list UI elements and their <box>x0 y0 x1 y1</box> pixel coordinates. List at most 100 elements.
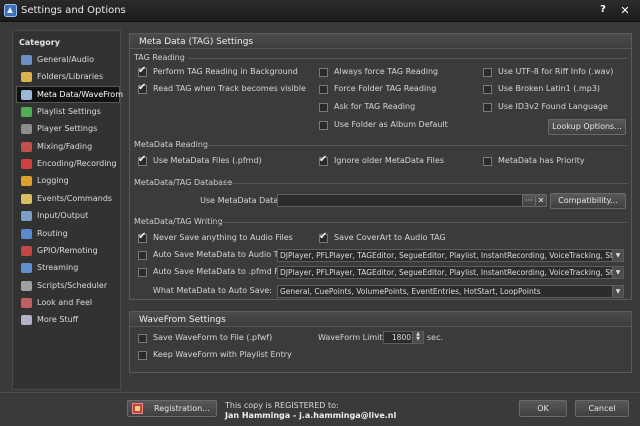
sidebar-item-gpio-remoting[interactable]: GPIO/Remoting <box>16 242 120 259</box>
sidebar-item-input-output[interactable]: Input/Output <box>16 207 120 224</box>
scripts-icon <box>21 280 32 291</box>
events-icon <box>21 193 32 204</box>
tag-reading-heading: TAG Reading <box>134 53 185 62</box>
gpio-icon <box>21 245 32 256</box>
registration-label: Registration... <box>154 404 210 413</box>
routing-icon <box>21 228 32 239</box>
sidebar-item-streaming[interactable]: Streaming <box>16 259 120 276</box>
sidebar-item-playlist-settings[interactable]: Playlist Settings <box>16 103 120 120</box>
mixing-icon <box>21 141 32 152</box>
database-browse-button[interactable]: ··· <box>522 194 536 207</box>
sidebar-item-routing[interactable]: Routing <box>16 225 120 242</box>
compatibility-button[interactable]: Compatibility... <box>550 193 626 209</box>
playlist-icon <box>21 107 32 118</box>
checkbox-box <box>138 334 147 343</box>
close-button[interactable]: ✕ <box>618 4 632 17</box>
sidebar-item-mixing-fading[interactable]: Mixing/Fading <box>16 138 120 155</box>
checkbox-label: Read TAG when Track becomes visible <box>153 84 306 93</box>
sidebar-item-player-settings[interactable]: Player Settings <box>16 120 120 137</box>
streaming-icon <box>21 263 32 274</box>
select-value: DJPlayer, PFLPlayer, TAGEditor, SegueEdi… <box>280 268 624 277</box>
auto-save-tag-select[interactable]: DJPlayer, PFLPlayer, TAGEditor, SegueEdi… <box>277 249 624 262</box>
checkbox-label: Use Folder as Album Default <box>334 120 448 129</box>
title-bar: Settings and Options ? ✕ <box>0 0 640 22</box>
checkbox-box <box>483 157 492 166</box>
cancel-button[interactable]: Cancel <box>575 400 629 417</box>
checkbox-box <box>138 351 147 360</box>
divider <box>222 183 628 184</box>
category-heading: Category <box>19 38 60 47</box>
record-icon <box>21 159 32 170</box>
database-heading: MetaData/TAG Database <box>134 178 233 187</box>
sidebar-item-scripts-scheduler[interactable]: Scripts/Scheduler <box>16 277 120 294</box>
writing-heading: MetaData/TAG Writing <box>134 217 223 226</box>
sidebar-item-meta-data-wavefrom[interactable]: Meta Data/WaveFrom <box>16 85 123 103</box>
more-icon <box>21 315 32 326</box>
sidebar-item-label: Logging <box>37 176 69 186</box>
registration-status: This copy is REGISTERED to: <box>225 401 339 410</box>
sidebar-item-label: Scripts/Scheduler <box>37 280 108 290</box>
ok-button[interactable]: OK <box>519 400 567 417</box>
app-icon <box>4 4 17 17</box>
checkbox-label: Ask for TAG Reading <box>334 102 416 111</box>
checkbox-label: Use MetaData Files (.pfmd) <box>153 156 262 165</box>
sidebar-item-label: Playlist Settings <box>37 107 101 117</box>
checkbox-box <box>319 85 328 94</box>
database-input[interactable] <box>277 194 523 207</box>
checkbox-box <box>319 103 328 112</box>
sidebar-item-look-and-feel[interactable]: Look and Feel <box>16 294 120 311</box>
spinner-value: 1800 <box>391 333 411 342</box>
checkbox-label: Never Save anything to Audio Files <box>153 233 293 242</box>
checkbox-label: Use ID3v2 Found Language <box>498 102 608 111</box>
sidebar-item-logging[interactable]: Logging <box>16 172 120 189</box>
checkbox-box <box>483 85 492 94</box>
check-icon: ✔ <box>319 154 328 165</box>
sidebar-item-label: GPIO/Remoting <box>37 245 98 255</box>
speaker-icon <box>21 55 32 65</box>
what-metadata-label: What MetaData to Auto Save: <box>152 286 272 295</box>
metadata-panel-header: Meta Data (TAG) Settings <box>130 34 631 49</box>
checkbox-label: MetaData has Priority <box>498 156 585 165</box>
waveform-panel-header: WaveFrom Settings <box>130 312 631 327</box>
check-icon: ✔ <box>138 82 147 93</box>
spinner-arrows-icon: ▲ ▼ <box>412 332 423 343</box>
sidebar-item-encoding-recording[interactable]: Encoding/Recording <box>16 155 120 172</box>
checkbox-label: Auto Save MetaData to .pfmd File: <box>153 267 291 276</box>
sidebar-item-label: General/Audio <box>37 55 94 64</box>
sidebar-item-events-commands[interactable]: Events/Commands <box>16 190 120 207</box>
look-icon <box>21 297 32 308</box>
waveform-limit-spinner[interactable]: 1800 ▲ ▼ <box>383 331 424 344</box>
sidebar-item-label: Player Settings <box>37 124 98 134</box>
settings-window: Settings and Options ? ✕ Category Genera… <box>0 0 640 426</box>
divider <box>202 145 628 146</box>
metadata-settings-panel: Meta Data (TAG) Settings TAG Reading Per… <box>129 33 632 300</box>
help-button[interactable]: ? <box>597 4 609 17</box>
window-title: Settings and Options <box>21 5 126 16</box>
sidebar-item-general-audio[interactable]: General/Audio <box>16 51 120 68</box>
checkbox-box <box>483 68 492 77</box>
sidebar-item-more-stuff[interactable]: More Stuff <box>16 311 120 328</box>
checkbox-box <box>319 121 328 130</box>
category-sidebar: Category General/Audio Folders/Libraries M… <box>12 30 123 390</box>
check-icon: ✔ <box>319 231 328 242</box>
checkbox-box <box>483 103 492 112</box>
auto-save-pfmd-select[interactable]: DJPlayer, PFLPlayer, TAGEditor, SegueEdi… <box>277 266 624 279</box>
chevron-down-icon: ▼ <box>612 267 623 278</box>
sidebar-item-label: Folders/Libraries <box>37 72 104 82</box>
logging-icon <box>21 176 32 187</box>
checkbox-box <box>138 268 147 277</box>
select-value: DJPlayer, PFLPlayer, TAGEditor, SegueEdi… <box>280 251 624 260</box>
checkbox-label: Save CoverArt to Audio TAG <box>334 233 446 242</box>
database-clear-button[interactable]: ✕ <box>535 194 547 207</box>
lookup-options-button[interactable]: Lookup Options... <box>548 119 626 135</box>
checkbox-label: Ignore older MetaData Files <box>334 156 444 165</box>
what-metadata-select[interactable]: General, CuePoints, VolumePoints, EventE… <box>277 285 624 298</box>
sidebar-item-label: More Stuff <box>37 315 79 325</box>
checkbox-label: Use UTF-8 for Riff Info (.wav) <box>498 67 614 76</box>
divider <box>188 58 628 59</box>
metadata-icon <box>21 89 32 100</box>
check-icon: ✔ <box>138 231 147 242</box>
checkbox-box <box>319 68 328 77</box>
check-icon: ✔ <box>138 154 147 165</box>
sidebar-item-folders-libraries[interactable]: Folders/Libraries <box>16 68 120 85</box>
